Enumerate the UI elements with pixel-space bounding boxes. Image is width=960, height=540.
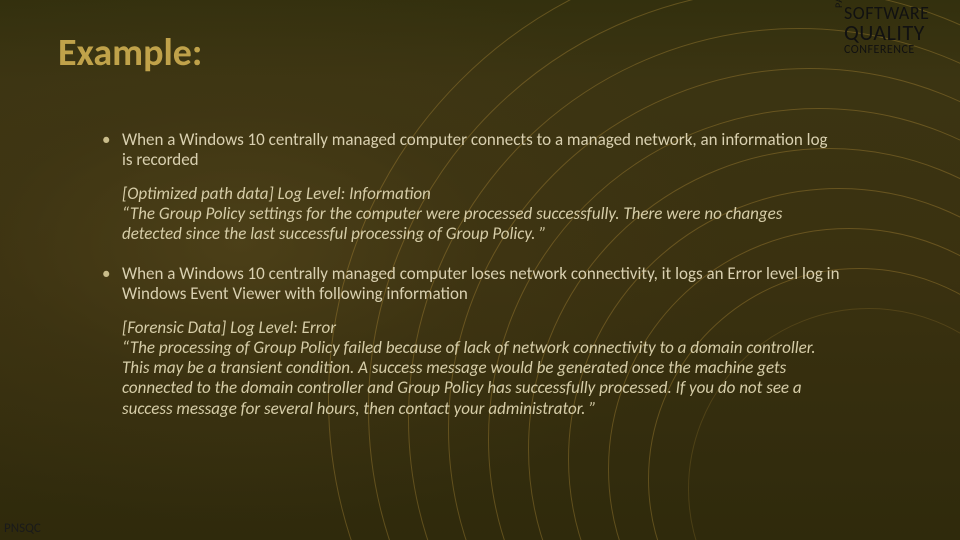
bullet-text: When a Windows 10 centrally managed comp… xyxy=(122,129,828,170)
logo-line-3: CONFERENCE xyxy=(844,44,954,57)
conference-logo: PACIFIC NW SOFTWARE QUALITY CONFERENCE xyxy=(844,4,954,57)
bullet-text: When a Windows 10 centrally managed comp… xyxy=(122,263,840,304)
quote-block: [Optimized path data] Log Level: Informa… xyxy=(122,184,840,244)
logo-line-2: QUALITY xyxy=(844,21,954,44)
bullet-item: When a Windows 10 centrally managed comp… xyxy=(98,264,840,304)
quote-block: [Forensic Data] Log Level: Error “The pr… xyxy=(122,318,840,418)
slide-title: Example: xyxy=(58,30,202,76)
footer-label: PNSQC xyxy=(4,521,41,536)
logo-vertical-text: PACIFIC NW xyxy=(834,0,845,8)
slide-content: When a Windows 10 centrally managed comp… xyxy=(98,130,840,439)
slide: Example: PACIFIC NW SOFTWARE QUALITY CON… xyxy=(0,0,960,540)
bullet-item: When a Windows 10 centrally managed comp… xyxy=(98,130,840,170)
